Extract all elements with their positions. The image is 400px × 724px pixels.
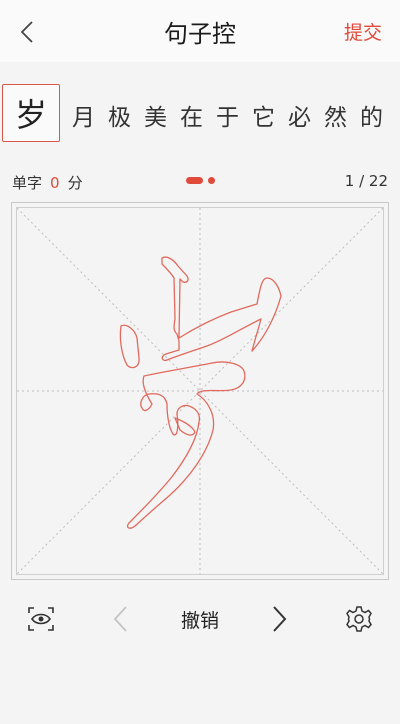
sentence-char[interactable]: 然 xyxy=(324,98,347,132)
status-row: 单字 0 分 1 / 22 xyxy=(0,168,400,196)
sentence-char[interactable]: 的 xyxy=(360,98,383,132)
sentence-char[interactable]: 在 xyxy=(180,98,203,132)
char-outline xyxy=(119,256,282,529)
bottom-area xyxy=(0,646,400,724)
undo-button[interactable]: 撤销 xyxy=(0,606,400,633)
guide-lines xyxy=(17,208,383,574)
writing-canvas[interactable] xyxy=(16,207,384,575)
submit-button[interactable]: 提交 xyxy=(344,18,382,45)
next-char-button[interactable] xyxy=(264,604,294,634)
bottom-toolbar: 撤销 xyxy=(0,596,400,646)
top-bar: 句子控 提交 xyxy=(0,0,400,62)
score-label: 单字 xyxy=(12,174,43,192)
sentence-char[interactable]: 于 xyxy=(216,98,239,132)
score-display: 单字 0 分 xyxy=(12,172,83,193)
page-indicator xyxy=(186,177,216,185)
settings-button[interactable] xyxy=(344,604,374,634)
sentence-strip: 岁 月 极 美 在 于 它 必 然 的 xyxy=(0,82,400,144)
upcoming-chars: 月 极 美 在 于 它 必 然 的 xyxy=(72,98,383,132)
sentence-char[interactable]: 它 xyxy=(252,98,275,132)
sentence-char[interactable]: 月 xyxy=(72,98,95,132)
sentence-char[interactable]: 美 xyxy=(144,98,167,132)
page-dot-active xyxy=(186,177,203,184)
score-unit: 分 xyxy=(67,174,83,192)
sentence-char[interactable]: 极 xyxy=(108,98,131,132)
score-value: 0 xyxy=(50,174,60,192)
page-dot xyxy=(208,177,215,184)
chevron-right-icon xyxy=(273,606,287,632)
page-title: 句子控 xyxy=(164,20,236,48)
gear-icon xyxy=(346,606,372,632)
page-counter: 1 / 22 xyxy=(344,172,388,190)
sentence-char[interactable]: 必 xyxy=(288,98,311,132)
current-char-box[interactable]: 岁 xyxy=(2,84,60,142)
